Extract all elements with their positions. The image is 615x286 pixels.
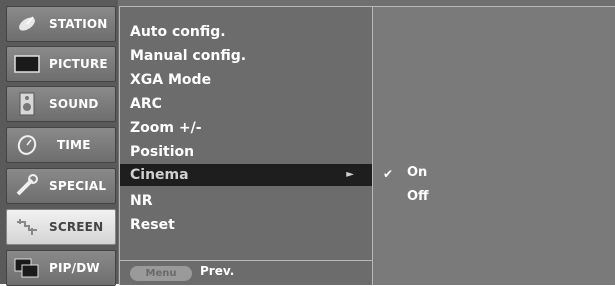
prev-label: Prev. (200, 264, 235, 278)
menu-item-nr[interactable]: NR (130, 190, 153, 212)
tab-label: SCREEN (49, 220, 104, 234)
cinema-submenu: ✔ On Off (372, 6, 615, 285)
menu-item-xga-mode[interactable]: XGA Mode (130, 69, 211, 91)
picture-in-picture-icon (13, 256, 41, 280)
submenu-arrow-icon: ► (346, 169, 354, 180)
menu-item-label: Cinema (130, 167, 189, 183)
menu-item-reset[interactable]: Reset (130, 214, 175, 236)
checkmark-icon: ✔ (383, 167, 394, 181)
wrench-icon (13, 174, 41, 198)
speaker-icon (13, 92, 41, 116)
satellite-dish-icon (13, 12, 41, 36)
tv-screen-icon (13, 52, 41, 76)
screen-adjust-icon (13, 215, 41, 239)
tab-station[interactable]: STATION (6, 6, 116, 42)
menu-item-arc[interactable]: ARC (130, 93, 162, 115)
tab-pip-dw[interactable]: PIP/DW (6, 250, 116, 286)
tab-label: SOUND (49, 97, 99, 111)
tab-label: STATION (49, 17, 108, 31)
option-off[interactable]: Off (407, 189, 429, 204)
menu-button[interactable]: Menu (130, 266, 192, 281)
tab-label: SPECIAL (49, 179, 107, 193)
tab-label: TIME (57, 138, 91, 152)
menu-item-manual-config[interactable]: Manual config. (130, 45, 246, 67)
screen-menu-panel: Auto config. Manual config. XGA Mode ARC… (119, 6, 372, 285)
category-tabs: STATION PICTURE SOUND TIME SPECIAL SCREE… (0, 0, 118, 286)
tab-label: PIP/DW (49, 261, 100, 275)
tab-sound[interactable]: SOUND (6, 86, 116, 122)
menu-item-position[interactable]: Position (130, 141, 194, 163)
tab-screen[interactable]: SCREEN (6, 209, 116, 245)
menu-item-zoom[interactable]: Zoom +/- (130, 117, 202, 139)
tv-osd-menu: STATION PICTURE SOUND TIME SPECIAL SCREE… (0, 0, 615, 286)
menu-item-cinema[interactable]: Cinema ► (120, 164, 372, 186)
menu-item-auto-config[interactable]: Auto config. (130, 21, 226, 43)
tab-special[interactable]: SPECIAL (6, 168, 116, 204)
option-on[interactable]: On (407, 165, 427, 180)
tab-label: PICTURE (49, 57, 108, 71)
menu-footer: Menu Prev. (120, 260, 372, 285)
tab-time[interactable]: TIME (6, 127, 116, 163)
tab-picture[interactable]: PICTURE (6, 46, 116, 82)
clock-icon (13, 133, 41, 157)
